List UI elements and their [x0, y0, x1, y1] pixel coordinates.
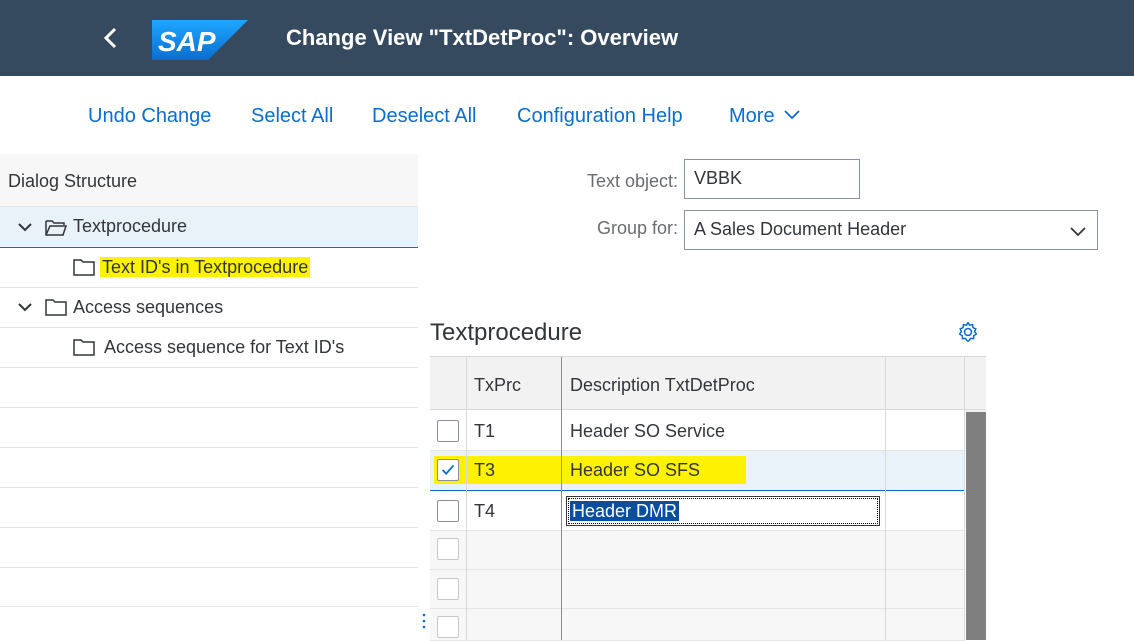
folder-open-icon: [45, 220, 68, 236]
back-arrow-icon[interactable]: [96, 20, 126, 56]
deselect-all-button[interactable]: Deselect All: [372, 104, 477, 128]
cell-txprc: T3: [474, 460, 496, 480]
row-select-checkbox[interactable]: [437, 500, 459, 522]
more-button[interactable]: More: [729, 104, 802, 128]
row-select-checkbox[interactable]: [437, 420, 459, 442]
row-select-checkbox-empty: [437, 578, 459, 600]
text-object-field[interactable]: VBBK: [684, 159, 860, 199]
svg-text:SAP: SAP: [158, 26, 216, 57]
tree-empty-row: [0, 528, 418, 568]
column-header-description[interactable]: Description TxtDetProc: [570, 374, 755, 396]
checkmark-icon: [441, 464, 455, 475]
cell-description-selected-text: Header DMR: [570, 500, 680, 522]
dropdown-arrow-icon[interactable]: [1068, 221, 1088, 241]
tree-empty-row: [0, 488, 418, 528]
page-title: Change View "TxtDetProc": Overview: [286, 25, 679, 50]
scrollbar-thumb[interactable]: [966, 412, 986, 640]
splitter-handle[interactable]: [422, 612, 426, 630]
group-for-label: Group for:: [596, 218, 678, 238]
configuration-help-button[interactable]: Configuration Help: [517, 104, 683, 128]
row-select-checkbox-checked[interactable]: [437, 459, 459, 481]
folder-icon: [73, 259, 95, 276]
column-divider: [561, 357, 562, 640]
text-object-label: Text object:: [586, 171, 678, 191]
cell-description[interactable]: Header SO SFS: [570, 459, 700, 481]
cell-txprc: T1: [474, 421, 496, 441]
more-label: More: [729, 105, 775, 127]
tree-item-label: Text ID's in Textprocedure: [100, 256, 311, 278]
selected-text: Header DMR: [570, 501, 680, 521]
tree-empty-row: [0, 408, 418, 448]
chevron-down-icon[interactable]: [16, 218, 34, 236]
tree-item-label: Textprocedure: [73, 216, 188, 236]
column-divider: [964, 357, 965, 640]
undo-change-button[interactable]: Undo Change: [88, 104, 211, 128]
row-select-checkbox-empty: [437, 538, 459, 560]
tree-item-label: Access sequences: [73, 297, 224, 317]
select-all-button[interactable]: Select All: [251, 104, 333, 128]
column-divider: [466, 357, 467, 640]
folder-icon: [73, 339, 95, 356]
cell-description[interactable]: Header SO Service: [570, 420, 725, 442]
tree-empty-row: [0, 568, 418, 607]
folder-icon: [45, 299, 67, 316]
highlighted-text: Text ID's in Textprocedure: [100, 257, 311, 277]
chevron-down-icon: [784, 110, 800, 120]
column-header-txprc[interactable]: TxPrc: [474, 374, 521, 396]
row-select-checkbox-empty: [437, 616, 459, 638]
group-for-value: A Sales Document Header: [694, 219, 907, 239]
sap-logo: SAP: [152, 20, 248, 60]
group-for-select[interactable]: A Sales Document Header: [684, 210, 1098, 250]
chevron-down-icon[interactable]: [16, 298, 34, 316]
tree-empty-row: [0, 368, 418, 408]
dialog-structure-title: Dialog Structure: [8, 171, 138, 191]
column-divider: [885, 357, 886, 640]
tree-empty-row: [0, 448, 418, 488]
table-title: Textprocedure: [430, 319, 583, 346]
tree-item-label: Access sequence for Text ID's: [104, 337, 345, 357]
gear-icon[interactable]: [956, 320, 980, 344]
cell-txprc: T4: [474, 501, 496, 521]
